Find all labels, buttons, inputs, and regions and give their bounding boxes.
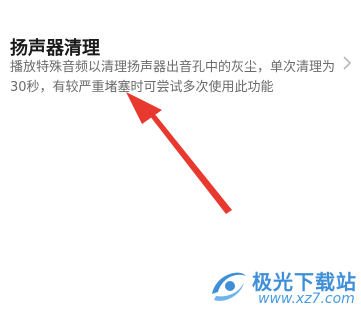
speaker-clean-item[interactable]: 扬声器清理 播放特殊音频以清理扬声器出音孔中的灰尘，单次清理为30秒，有较严重堵…	[0, 0, 361, 130]
watermark-logo-icon	[212, 272, 246, 301]
chevron-right-icon	[343, 56, 352, 70]
item-title: 扬声器清理	[10, 38, 100, 59]
watermark: 极光下载站 www.xz7.com	[206, 262, 356, 314]
item-description: 播放特殊音频以清理扬声器出音孔中的灰尘，单次清理为30秒，有较严重堵塞时可尝试多…	[10, 60, 336, 95]
watermark-url: www.xz7.com	[258, 291, 355, 307]
